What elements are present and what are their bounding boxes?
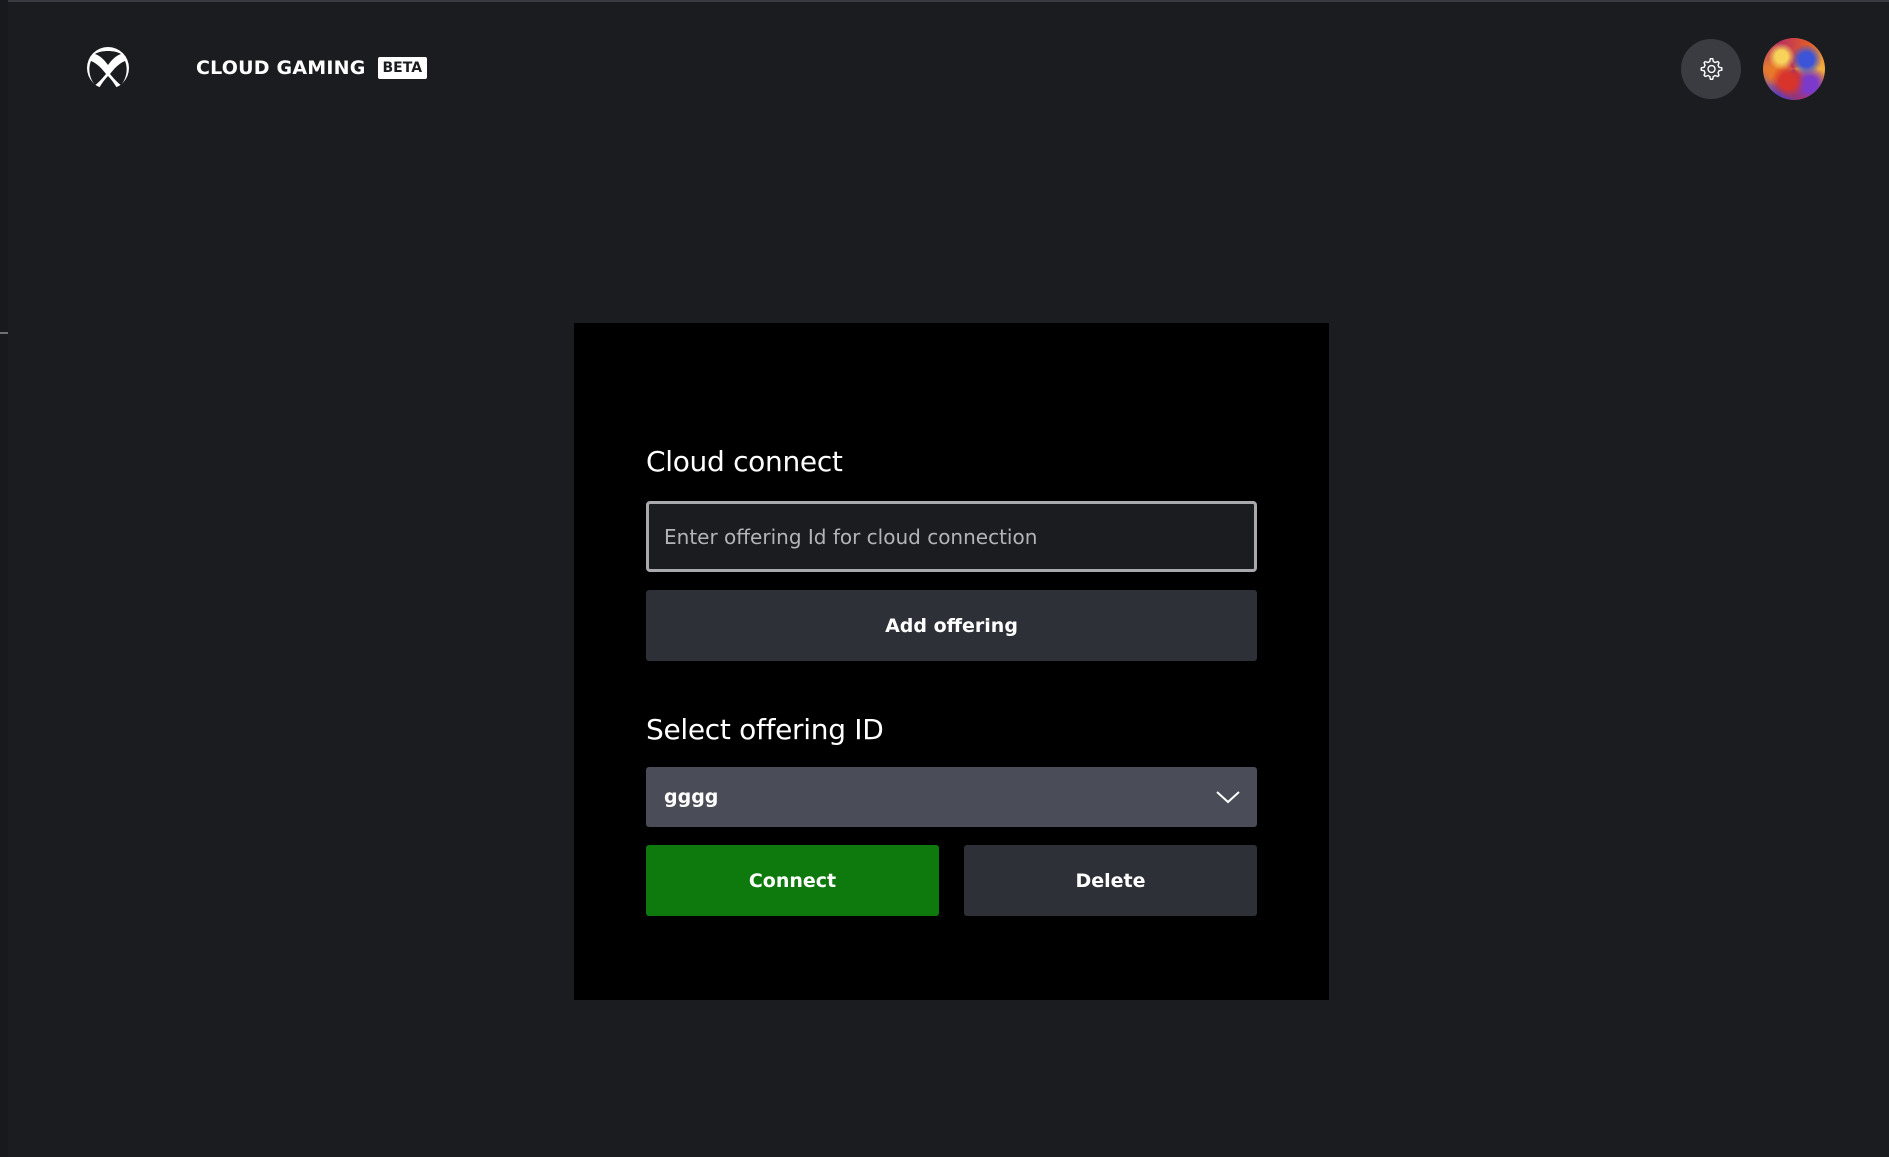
brand-title: CLOUD GAMING — [196, 57, 366, 79]
avatar[interactable] — [1763, 38, 1825, 100]
offering-id-select[interactable]: gggg — [646, 767, 1257, 827]
header: CLOUD GAMING BETA — [0, 0, 1889, 135]
xbox-logo-svg — [87, 47, 129, 90]
app-window: CLOUD GAMING BETA Cloud connect Add offe… — [0, 0, 1889, 1157]
settings-button[interactable] — [1681, 39, 1741, 99]
cloud-connect-title: Cloud connect — [646, 445, 843, 478]
xbox-logo-icon[interactable] — [86, 46, 130, 90]
add-offering-button[interactable]: Add offering — [646, 590, 1257, 661]
gear-icon — [1700, 58, 1723, 80]
delete-button[interactable]: Delete — [964, 845, 1257, 916]
brand: CLOUD GAMING BETA — [196, 57, 428, 79]
chevron-down-icon — [1216, 791, 1240, 804]
select-offering-title: Select offering ID — [646, 713, 884, 746]
window-left-edge — [0, 0, 8, 1157]
window-edge-marker — [0, 332, 8, 334]
connect-button[interactable]: Connect — [646, 845, 939, 916]
selected-offering-value: gggg — [664, 786, 719, 808]
cloud-connect-card: Cloud connect Add offering Select offeri… — [574, 323, 1329, 1000]
offering-id-input[interactable] — [646, 501, 1257, 572]
beta-badge: BETA — [377, 57, 428, 79]
